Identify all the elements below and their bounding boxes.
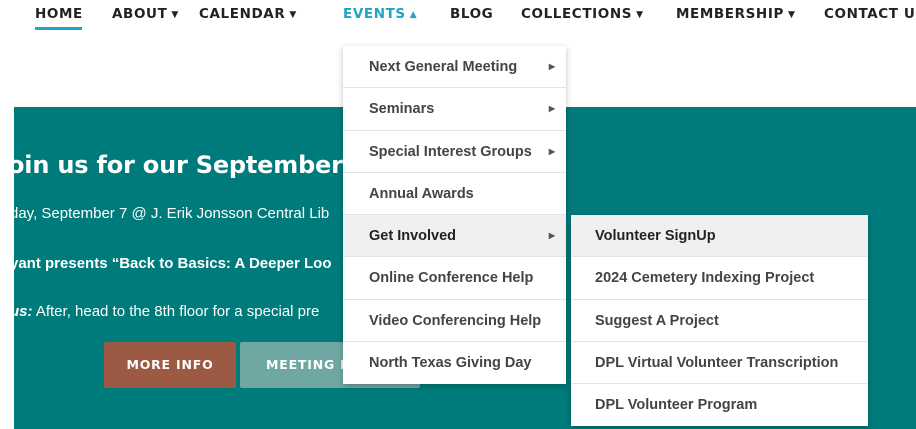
main-nav: HOME ABOUT ▼ CALENDAR ▼ EVENTS ▲ BLOG COLLE…	[0, 0, 916, 40]
submenu-item-label: Suggest A Project	[595, 312, 719, 329]
more-info-button[interactable]: MORE INFO	[104, 342, 236, 388]
caret-down-icon: ▼	[636, 10, 644, 20]
chevron-right-icon: ▶	[548, 62, 555, 71]
menu-item-label: Next General Meeting	[369, 59, 518, 75]
menu-item-label: Video Conferencing Help	[369, 312, 542, 329]
nav-blog[interactable]: BLOG	[450, 6, 493, 22]
nav-home-label: HOME	[35, 6, 83, 22]
nav-collections[interactable]: COLLECTIONS ▼	[521, 6, 644, 22]
nav-active-underline	[35, 27, 82, 30]
nav-contact[interactable]: CONTACT U	[824, 6, 915, 22]
menu-item-label: Online Conference Help	[369, 270, 534, 287]
chevron-right-icon: ▶	[548, 146, 555, 156]
nav-calendar[interactable]: CALENDAR ▼	[199, 6, 297, 22]
hero-presenter-text: yant presents “Back to Basics: A Deeper …	[14, 255, 332, 272]
nav-events-label: EVENTS	[343, 6, 406, 22]
caret-down-icon: ▼	[289, 10, 297, 20]
nav-contact-label: CONTACT U	[824, 6, 916, 22]
menu-item-video-conferencing-help[interactable]: Video Conferencing Help	[343, 300, 566, 343]
menu-item-next-general-meeting[interactable]: Next General Meeting ▶	[343, 46, 566, 89]
menu-item-get-involved[interactable]: Get Involved ▶	[343, 215, 566, 258]
nav-collections-label: COLLECTIONS	[521, 6, 633, 22]
nav-membership[interactable]: MEMBERSHIP ▼	[676, 6, 795, 22]
submenu-item-label: 2024 Cemetery Indexing Project	[595, 270, 815, 287]
menu-item-label: North Texas Giving Day	[369, 355, 532, 372]
caret-down-icon: ▼	[171, 10, 179, 20]
hero-date-line: day, September 7 @ J. Erik Jonsson Centr…	[14, 205, 330, 222]
menu-item-annual-awards[interactable]: Annual Awards	[343, 173, 566, 216]
nav-about[interactable]: ABOUT ▼	[112, 6, 179, 22]
menu-item-online-conference-help[interactable]: Online Conference Help	[343, 257, 566, 300]
menu-item-label: Get Involved	[369, 228, 457, 245]
submenu-item-suggest-project[interactable]: Suggest A Project	[571, 300, 868, 342]
nav-blog-label: BLOG	[450, 6, 494, 22]
hero-bonus-label: us:	[14, 303, 33, 320]
submenu-item-label: DPL Volunteer Program	[595, 397, 758, 414]
submenu-item-dpl-virtual-transcription[interactable]: DPL Virtual Volunteer Transcription	[571, 342, 868, 385]
nav-events[interactable]: EVENTS ▲	[343, 6, 417, 22]
submenu-item-cemetery-indexing[interactable]: 2024 Cemetery Indexing Project	[571, 257, 868, 300]
hero-bonus-text: After, head to the 8th floor for a speci…	[32, 303, 320, 320]
caret-down-icon: ▼	[787, 10, 796, 20]
menu-item-label: Special Interest Groups	[369, 143, 532, 160]
menu-item-label: Annual Awards	[369, 185, 474, 202]
get-involved-submenu: Volunteer SignUp 2024 Cemetery Indexing …	[571, 215, 868, 427]
nav-calendar-label: CALENDAR	[199, 6, 286, 22]
menu-item-north-texas-giving-day[interactable]: North Texas Giving Day	[343, 342, 566, 384]
nav-home[interactable]: HOME	[35, 6, 83, 22]
caret-up-icon: ▲	[409, 10, 418, 20]
submenu-item-label: Volunteer SignUp	[595, 228, 716, 244]
menu-item-seminars[interactable]: Seminars ▶	[343, 88, 566, 131]
hero-presenter-line: yant presents “Back to Basics: A Deeper …	[14, 255, 332, 272]
chevron-right-icon: ▶	[548, 104, 555, 114]
menu-item-label: Seminars	[369, 101, 435, 118]
chevron-right-icon: ▶	[548, 231, 555, 241]
nav-membership-label: MEMBERSHIP	[676, 6, 784, 22]
hero-title: oin us for our September G	[14, 151, 371, 179]
nav-about-label: ABOUT	[112, 6, 168, 22]
hero-bonus-line: us: After, head to the 8th floor for a s…	[14, 303, 319, 320]
submenu-item-volunteer-signup[interactable]: Volunteer SignUp	[571, 215, 868, 258]
submenu-item-label: DPL Virtual Volunteer Transcription	[595, 354, 839, 371]
submenu-item-dpl-volunteer-program[interactable]: DPL Volunteer Program	[571, 384, 868, 426]
menu-item-special-interest-groups[interactable]: Special Interest Groups ▶	[343, 131, 566, 173]
events-dropdown: Next General Meeting ▶ Seminars ▶ Special …	[343, 46, 566, 385]
